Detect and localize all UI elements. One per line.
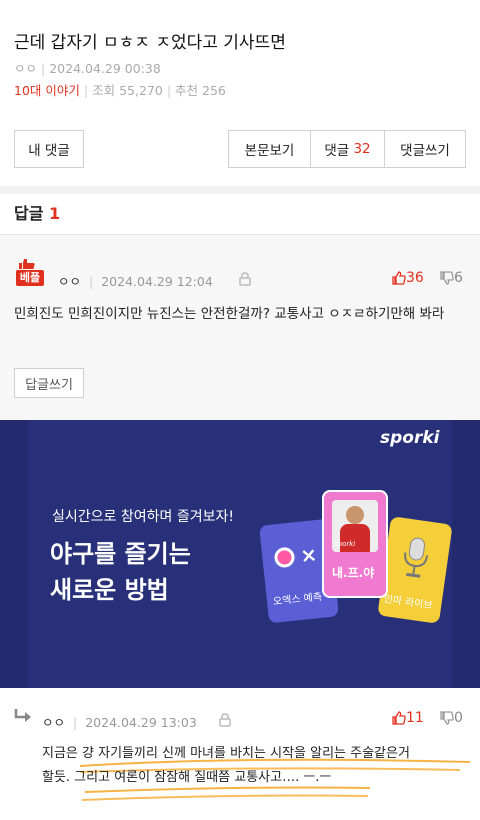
circle-icon (273, 546, 296, 569)
write-comment-button[interactable]: 댓글쓰기 (384, 130, 466, 168)
reply-author[interactable]: ㅇㅇ (42, 715, 65, 730)
lock-icon[interactable] (238, 271, 252, 287)
replies-count: 1 (49, 204, 61, 223)
lock-icon[interactable] (218, 712, 232, 728)
post-title: 근데 갑자기 ㅁㅎㅈ ㅈ었다고 기사뜨면 (14, 33, 286, 53)
reply-text-line-1: 지금은 걍 자기들끼리 신께 마녀를 바치는 시작을 알리는 주술같은거 (42, 746, 410, 761)
banner-headline-2: 새로운 방법 (50, 576, 169, 604)
comments-count: 32 (353, 141, 371, 157)
player-card-label: 내.프.야 (332, 566, 375, 580)
reply-up-vote[interactable]: 11 (392, 710, 424, 726)
banner-ad[interactable]: sporki 실시간으로 참여하며 즐겨보자! 야구를 즐기는 새로운 방법 ×… (0, 420, 480, 688)
thumbs-up-icon (392, 271, 406, 285)
banner-headline-1: 야구를 즐기는 (50, 540, 191, 568)
reply-meta: ㅇㅇ | 2024.04.29 13:03 (42, 715, 197, 730)
replies-label: 답글 (14, 204, 44, 223)
banner-brand: sporki (380, 428, 440, 448)
post-meta-2: 10대 이야기 | 조회 55,270 | 추천 256 (14, 83, 226, 98)
thumbs-down-icon (440, 271, 454, 285)
reply-datetime: 2024.04.29 13:03 (85, 715, 197, 730)
view-count: 조회 55,270 (92, 83, 163, 98)
reply-text-line-2: 할듯. 그리고 여론이 잠잠해 질때쯤 교통사고…. ㅡ.ㅡ (42, 770, 332, 785)
replies-header: 답글 1 (14, 200, 60, 224)
best-badge: 베플 (14, 256, 46, 288)
banner-edge-left (0, 420, 28, 688)
up-count: 36 (406, 270, 424, 286)
player-card-brand: sporki (334, 540, 356, 548)
post-datetime: 2024.04.29 00:38 (49, 61, 161, 76)
post-author[interactable]: ㅇㅇ (14, 61, 37, 76)
down-count: 6 (454, 270, 463, 286)
my-comments-button[interactable]: 내 댓글 (14, 130, 84, 168)
comment-author[interactable]: ㅇㅇ (58, 274, 81, 289)
view-body-button[interactable]: 본문보기 (228, 130, 311, 168)
reply-arrow-icon (14, 709, 31, 722)
live-card-label: 인마 라이브 (382, 593, 434, 612)
ox-card-label: 오엑스 예측 (272, 591, 323, 608)
recommend-count: 추천 256 (175, 83, 226, 98)
best-badge-label: 베플 (19, 271, 41, 284)
board-link[interactable]: 10대 이야기 (14, 83, 80, 98)
reply-down-vote[interactable]: 0 (440, 710, 463, 726)
comments-label: 댓글 (324, 143, 350, 159)
section-divider (0, 186, 480, 194)
comment-meta: ㅇㅇ | 2024.04.29 12:04 (58, 274, 213, 289)
player-head (346, 506, 364, 524)
banner-tagline: 실시간으로 참여하며 즐겨보자! (52, 509, 234, 525)
post-meta: ㅇㅇ | 2024.04.29 00:38 (14, 61, 161, 76)
player-card: sporki 내.프.야 (322, 490, 388, 598)
up-count: 11 (406, 710, 424, 726)
down-count: 0 (454, 710, 463, 726)
x-icon: × (299, 542, 319, 568)
comment-datetime: 2024.04.29 12:04 (101, 274, 213, 289)
reply-button[interactable]: 답글쓰기 (14, 368, 84, 398)
comments-button[interactable]: 댓글 32 (310, 130, 385, 168)
thumbs-up-icon (392, 711, 406, 725)
comment-text: 민희진도 민희진이지만 뉴진스는 안전한걸까? 교통사고 ㅇㅈㄹ하기만해 봐라 (14, 306, 445, 322)
comment-up-vote[interactable]: 36 (392, 270, 424, 286)
microphone-icon (404, 537, 429, 578)
comment-down-vote[interactable]: 6 (440, 270, 463, 286)
thumbs-down-icon (440, 711, 454, 725)
live-card: 인마 라이브 (377, 516, 453, 624)
banner-edge-right (452, 420, 480, 688)
